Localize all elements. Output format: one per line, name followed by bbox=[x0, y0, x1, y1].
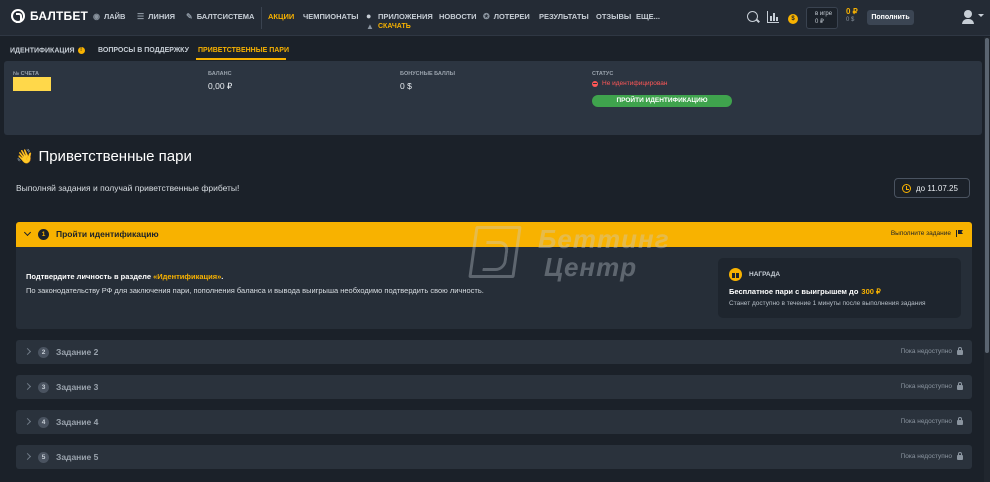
bonus-points-block: БОНУСНЫЕ БАЛЛЫ 0 $ bbox=[400, 71, 456, 91]
status-badge: Не идентифицирован bbox=[592, 80, 668, 87]
nav-item-live[interactable]: ◉ ЛАЙВ bbox=[93, 12, 125, 21]
status-block: СТАТУС Не идентифицирован bbox=[592, 71, 668, 87]
live-icon: ◉ bbox=[93, 12, 100, 21]
nav-item-news[interactable]: НОВОСТИ bbox=[439, 12, 477, 21]
task-number: 4 bbox=[38, 417, 49, 428]
task-legal-note: По законодательству РФ для заключения па… bbox=[26, 286, 484, 295]
nav-item-promotions[interactable]: АКЦИИ bbox=[268, 12, 294, 21]
lock-icon bbox=[957, 417, 963, 425]
list-icon: ☰ bbox=[137, 12, 145, 21]
chevron-right-icon bbox=[23, 417, 32, 426]
task-status: Пока недоступно bbox=[901, 382, 963, 390]
active-tab-indicator bbox=[196, 58, 286, 60]
task-number: 5 bbox=[38, 452, 49, 463]
task-status: Пока недоступно bbox=[901, 452, 963, 460]
brand-logo-icon bbox=[11, 9, 25, 23]
nav-item-lotteries[interactable]: ✪ ЛОТЕРЕИ bbox=[483, 12, 530, 21]
account-summary: № СЧЕТА БАЛАНС 0,00 ₽ БОНУСНЫЕ БАЛЛЫ 0 $… bbox=[4, 61, 982, 135]
tab-support-questions[interactable]: ВОПРОСЫ В ПОДДЕРЖКУ bbox=[98, 47, 189, 54]
nav-item-apps[interactable]: ПРИЛОЖЕНИЯ bbox=[378, 12, 433, 21]
apple-icon: ● bbox=[366, 11, 372, 21]
blocked-icon bbox=[592, 80, 598, 87]
task-card-1: 1 Пройти идентификацию Выполните задание… bbox=[16, 222, 972, 329]
task-number: 3 bbox=[38, 382, 49, 393]
account-balance: 0 ₽ 0 $ bbox=[846, 7, 858, 23]
bonus-coin-icon[interactable]: $ bbox=[788, 14, 798, 24]
account-number-redacted bbox=[13, 77, 51, 91]
task-title: Задание 4 bbox=[56, 417, 99, 427]
tab-identification[interactable]: ИДЕНТИФИКАЦИЯ! bbox=[10, 47, 85, 54]
nav-item-more[interactable]: ЕЩЕ... bbox=[636, 12, 660, 21]
task-title: Пройти идентификацию bbox=[56, 229, 159, 239]
waving-hand-icon: 👋 bbox=[16, 148, 34, 164]
nav-divider bbox=[261, 7, 262, 29]
search-icon[interactable] bbox=[747, 11, 758, 22]
task-card-5[interactable]: 5 Задание 5 Пока недоступно bbox=[16, 445, 972, 469]
lock-icon bbox=[957, 347, 963, 355]
task-number: 2 bbox=[38, 347, 49, 358]
brand-logo[interactable]: БАЛТБЕТ bbox=[11, 9, 88, 23]
task-header-1[interactable]: 1 Пройти идентификацию Выполните задание bbox=[16, 222, 972, 247]
chevron-right-icon bbox=[23, 347, 32, 356]
scrollbar-thumb[interactable] bbox=[985, 38, 989, 353]
pen-icon: ✎ bbox=[186, 12, 193, 21]
bonus-value: 0 $ bbox=[400, 81, 412, 91]
nav-item-reviews[interactable]: ОТЗЫВЫ bbox=[596, 12, 631, 21]
lottery-icon: ✪ bbox=[483, 12, 490, 21]
identification-link[interactable]: «Идентификация» bbox=[153, 272, 221, 281]
account-balance-block: БАЛАНС 0,00 ₽ bbox=[208, 71, 233, 91]
chevron-right-icon bbox=[23, 382, 32, 391]
android-icon: ▲ bbox=[366, 22, 374, 31]
task-card-4[interactable]: 4 Задание 4 Пока недоступно bbox=[16, 410, 972, 434]
task-card-3[interactable]: 3 Задание 3 Пока недоступно bbox=[16, 375, 972, 399]
chevron-down-icon bbox=[23, 228, 32, 237]
identify-button[interactable]: ПРОЙТИ ИДЕНТИФИКАЦИЮ bbox=[592, 95, 732, 107]
chevron-right-icon bbox=[23, 452, 32, 461]
chevron-down-icon[interactable] bbox=[978, 14, 984, 17]
reward-amount: 300 ₽ bbox=[861, 287, 881, 296]
lock-icon bbox=[957, 382, 963, 390]
statistics-icon[interactable] bbox=[767, 11, 779, 23]
task-title: Задание 3 bbox=[56, 382, 99, 392]
task-status: Пока недоступно bbox=[901, 347, 963, 355]
balance-value: 0,00 ₽ bbox=[208, 81, 233, 91]
task-title: Задание 5 bbox=[56, 452, 99, 462]
gift-icon bbox=[729, 268, 742, 281]
task-hint: Выполните задание bbox=[891, 230, 964, 237]
nav-item-championships[interactable]: ЧЕМПИОНАТЫ bbox=[303, 12, 359, 21]
deadline-badge: до 11.07.25 bbox=[894, 178, 970, 198]
task-number: 1 bbox=[38, 229, 49, 240]
nav-item-line[interactable]: ☰ ЛИНИЯ bbox=[137, 12, 175, 21]
reward-label: НАГРАДА bbox=[749, 271, 781, 278]
tab-welcome-bets[interactable]: ПРИВЕТСТВЕННЫЕ ПАРИ bbox=[198, 47, 289, 54]
task-card-2[interactable]: 2 Задание 2 Пока недоступно bbox=[16, 340, 972, 364]
profile-subtabs: ИДЕНТИФИКАЦИЯ! ВОПРОСЫ В ПОДДЕРЖКУ ПРИВЕ… bbox=[0, 37, 984, 61]
reward-box: НАГРАДА Бесплатное пари с выигрышем до 30… bbox=[718, 258, 961, 318]
task-description: Подтвердите личность в разделе «Идентифи… bbox=[26, 272, 224, 281]
nav-apps-download[interactable]: СКАЧАТЬ bbox=[378, 23, 411, 30]
task-title: Задание 2 bbox=[56, 347, 99, 357]
task-status: Пока недоступно bbox=[901, 417, 963, 425]
topup-button[interactable]: Пополнить bbox=[867, 10, 914, 25]
clock-icon bbox=[902, 183, 911, 193]
user-icon[interactable] bbox=[962, 10, 974, 24]
reward-description: Бесплатное пари с выигрышем до 300 ₽ bbox=[729, 287, 881, 296]
top-navigation-bar: БАЛТБЕТ ◉ ЛАЙВ ☰ ЛИНИЯ ✎ БАЛТСИСТЕМА АКЦ… bbox=[0, 0, 990, 36]
brand-name: БАЛТБЕТ bbox=[30, 9, 89, 23]
reward-note: Станет доступно в течение 1 минуты после… bbox=[729, 300, 926, 307]
page-title: 👋 Приветственные пари bbox=[16, 148, 192, 165]
lock-icon bbox=[957, 452, 963, 460]
flag-icon bbox=[956, 230, 964, 237]
intro-text: Выполняй задания и получай приветственны… bbox=[16, 183, 240, 193]
alert-badge: ! bbox=[77, 47, 85, 54]
nav-item-baltsistema[interactable]: ✎ БАЛТСИСТЕМА bbox=[186, 12, 254, 21]
in-game-balance: в игре 0 ₽ bbox=[806, 7, 838, 29]
nav-item-results[interactable]: РЕЗУЛЬТАТЫ bbox=[539, 12, 589, 21]
